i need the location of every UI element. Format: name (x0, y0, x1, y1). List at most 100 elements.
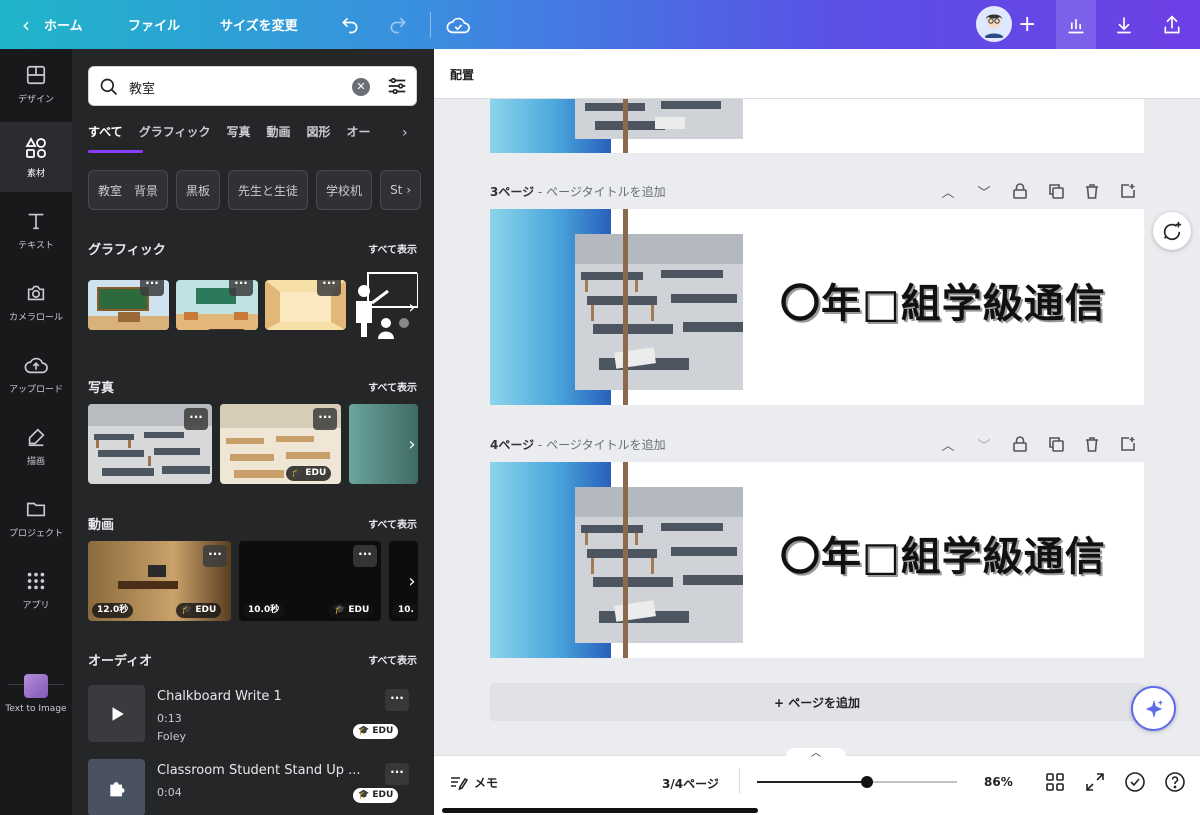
notes-button[interactable]: メモ (450, 774, 498, 791)
magic-assistant-button[interactable] (1131, 686, 1176, 731)
page-canvas[interactable]: 〇年□組学級通信 (490, 462, 1144, 658)
fullscreen-icon[interactable] (1084, 771, 1106, 793)
more-options-button[interactable]: ··· (313, 408, 337, 430)
rail-item-upload[interactable]: アップロード (0, 339, 72, 409)
tab-videos[interactable]: 動画 (266, 123, 290, 153)
see-all-videos-link[interactable]: すべて表示 (368, 516, 417, 531)
audio-item[interactable]: Chalkboard Write 1 0:13 Foley ··· 🎓 EDU (88, 685, 418, 745)
move-up-button[interactable]: ︿ (939, 435, 957, 454)
duplicate-page-button[interactable] (1047, 435, 1065, 453)
add-page-after-button[interactable] (1119, 182, 1137, 200)
avatar[interactable] (976, 6, 1012, 42)
chip-more[interactable]: St › (380, 170, 422, 210)
more-options-button[interactable]: ··· (140, 280, 164, 296)
zoom-slider[interactable] (757, 776, 957, 788)
tab-all[interactable]: すべて (88, 123, 123, 153)
redo-button[interactable] (388, 0, 408, 49)
rail-item-apps[interactable]: アプリ (0, 555, 72, 625)
duplicate-page-button[interactable] (1047, 182, 1065, 200)
download-button[interactable] (1104, 0, 1144, 49)
see-all-photos-link[interactable]: すべて表示 (368, 379, 417, 394)
rail-item-text[interactable]: テキスト (0, 195, 72, 265)
move-down-button[interactable]: ﹀ (975, 435, 993, 454)
newsletter-title[interactable]: 〇年□組学級通信 (780, 524, 1106, 582)
photo-thumbnail[interactable]: ··· (88, 404, 212, 484)
tab-audio[interactable]: オー (347, 123, 371, 153)
home-button[interactable]: ‹ ホーム (22, 0, 83, 49)
photo-thumbnail[interactable]: ··· 🎓 EDU (220, 404, 341, 484)
file-menu-button[interactable]: ファイル (128, 0, 180, 49)
grid-view-icon[interactable] (1044, 771, 1066, 793)
invite-plus-button[interactable]: + (1018, 0, 1036, 49)
rail-item-design[interactable]: デザイン (0, 49, 72, 119)
add-page-after-button[interactable] (1119, 435, 1137, 453)
more-options-button[interactable]: ··· (353, 545, 377, 567)
zoom-level[interactable]: 86% (984, 775, 1013, 789)
more-options-button[interactable]: ··· (385, 763, 409, 785)
more-options-button[interactable]: ··· (385, 689, 409, 711)
position-button[interactable]: 配置 (450, 66, 474, 83)
page-title-input[interactable]: ページタイトルを追加 (546, 438, 666, 452)
see-all-audio-link[interactable]: すべて表示 (368, 652, 417, 667)
tab-shapes[interactable]: 図形 (306, 123, 330, 153)
chevron-right-icon[interactable]: › (402, 125, 408, 141)
more-options-button[interactable]: ··· (229, 280, 253, 296)
add-comment-button[interactable] (1153, 212, 1191, 250)
chevron-right-icon: › (406, 183, 412, 197)
help-icon[interactable] (1164, 771, 1186, 793)
chevron-right-icon[interactable]: › (400, 432, 424, 456)
expand-pages-button[interactable]: ︿ (786, 748, 846, 760)
search-input[interactable]: 教室 ✕ (88, 66, 417, 106)
audio-item[interactable]: Classroom Student Stand Up ... 0:04 ··· … (88, 759, 418, 815)
clear-search-button[interactable]: ✕ (352, 78, 370, 96)
more-options-button[interactable]: ··· (184, 408, 208, 430)
page-counter[interactable]: 3/4ページ (662, 775, 719, 792)
cloud-save-button[interactable] (446, 0, 470, 49)
rail-item-text-to-image[interactable]: Text to Image (0, 659, 72, 729)
graphic-thumbnail[interactable]: ··· (88, 280, 169, 330)
tab-graphics[interactable]: グラフィック (139, 123, 211, 153)
more-options-button[interactable]: ··· (317, 280, 341, 296)
lock-button[interactable] (1011, 182, 1029, 200)
rail-item-projects[interactable]: プロジェクト (0, 483, 72, 553)
text-to-image-icon (24, 674, 48, 698)
more-options-button[interactable]: ··· (203, 545, 227, 567)
chevron-right-icon[interactable]: › (400, 569, 424, 593)
rail-item-camera-roll[interactable]: カメラロール (0, 267, 72, 337)
chip-classroom-background[interactable]: 教室 背景 (88, 170, 169, 210)
rail-item-draw[interactable]: 描画 (0, 411, 72, 481)
lock-button[interactable] (1011, 435, 1029, 453)
graphic-thumbnail[interactable]: ··· 🎓 EDU (176, 280, 258, 330)
rail-item-elements[interactable]: 素材 (0, 122, 72, 192)
resize-button[interactable]: サイズを変更 (220, 0, 298, 49)
move-down-button[interactable]: ﹀ (975, 182, 993, 201)
delete-page-button[interactable] (1083, 435, 1101, 453)
video-thumbnail[interactable]: ··· 12.0秒 🎓 EDU (88, 541, 231, 621)
check-circle-icon[interactable] (1124, 771, 1146, 793)
apps-icon (27, 572, 45, 589)
undo-button[interactable] (340, 0, 360, 49)
avatar-illustration (978, 8, 1010, 40)
audio-thumbnail[interactable] (88, 759, 145, 815)
see-all-graphics-link[interactable]: すべて表示 (368, 241, 417, 256)
page-canvas[interactable]: 〇年□組学級通信 (490, 209, 1144, 405)
video-thumbnail[interactable]: ··· 10.0秒 🎓 EDU (239, 541, 381, 621)
page-canvas[interactable] (490, 99, 1144, 153)
move-up-button[interactable]: ︿ (939, 182, 957, 201)
play-button[interactable] (88, 685, 145, 742)
page-title-input[interactable]: ページタイトルを追加 (546, 185, 666, 199)
share-button[interactable] (1152, 0, 1192, 49)
chip-school-desk[interactable]: 学校机 (316, 170, 373, 210)
filter-icon[interactable] (386, 75, 408, 97)
newsletter-title[interactable]: 〇年□組学級通信 (780, 271, 1106, 329)
add-page-button[interactable]: + ページを追加 (490, 683, 1144, 721)
graphic-thumbnail[interactable]: ··· (265, 280, 346, 330)
insights-button[interactable] (1056, 0, 1096, 49)
rail-label: 素材 (26, 168, 45, 179)
tab-photos[interactable]: 写真 (226, 123, 250, 153)
chip-teacher-students[interactable]: 先生と生徒 (228, 170, 309, 210)
chevron-right-icon[interactable]: › (400, 295, 424, 319)
chip-blackboard[interactable]: 黒板 (176, 170, 221, 210)
zoom-slider-knob[interactable] (861, 776, 873, 788)
delete-page-button[interactable] (1083, 182, 1101, 200)
